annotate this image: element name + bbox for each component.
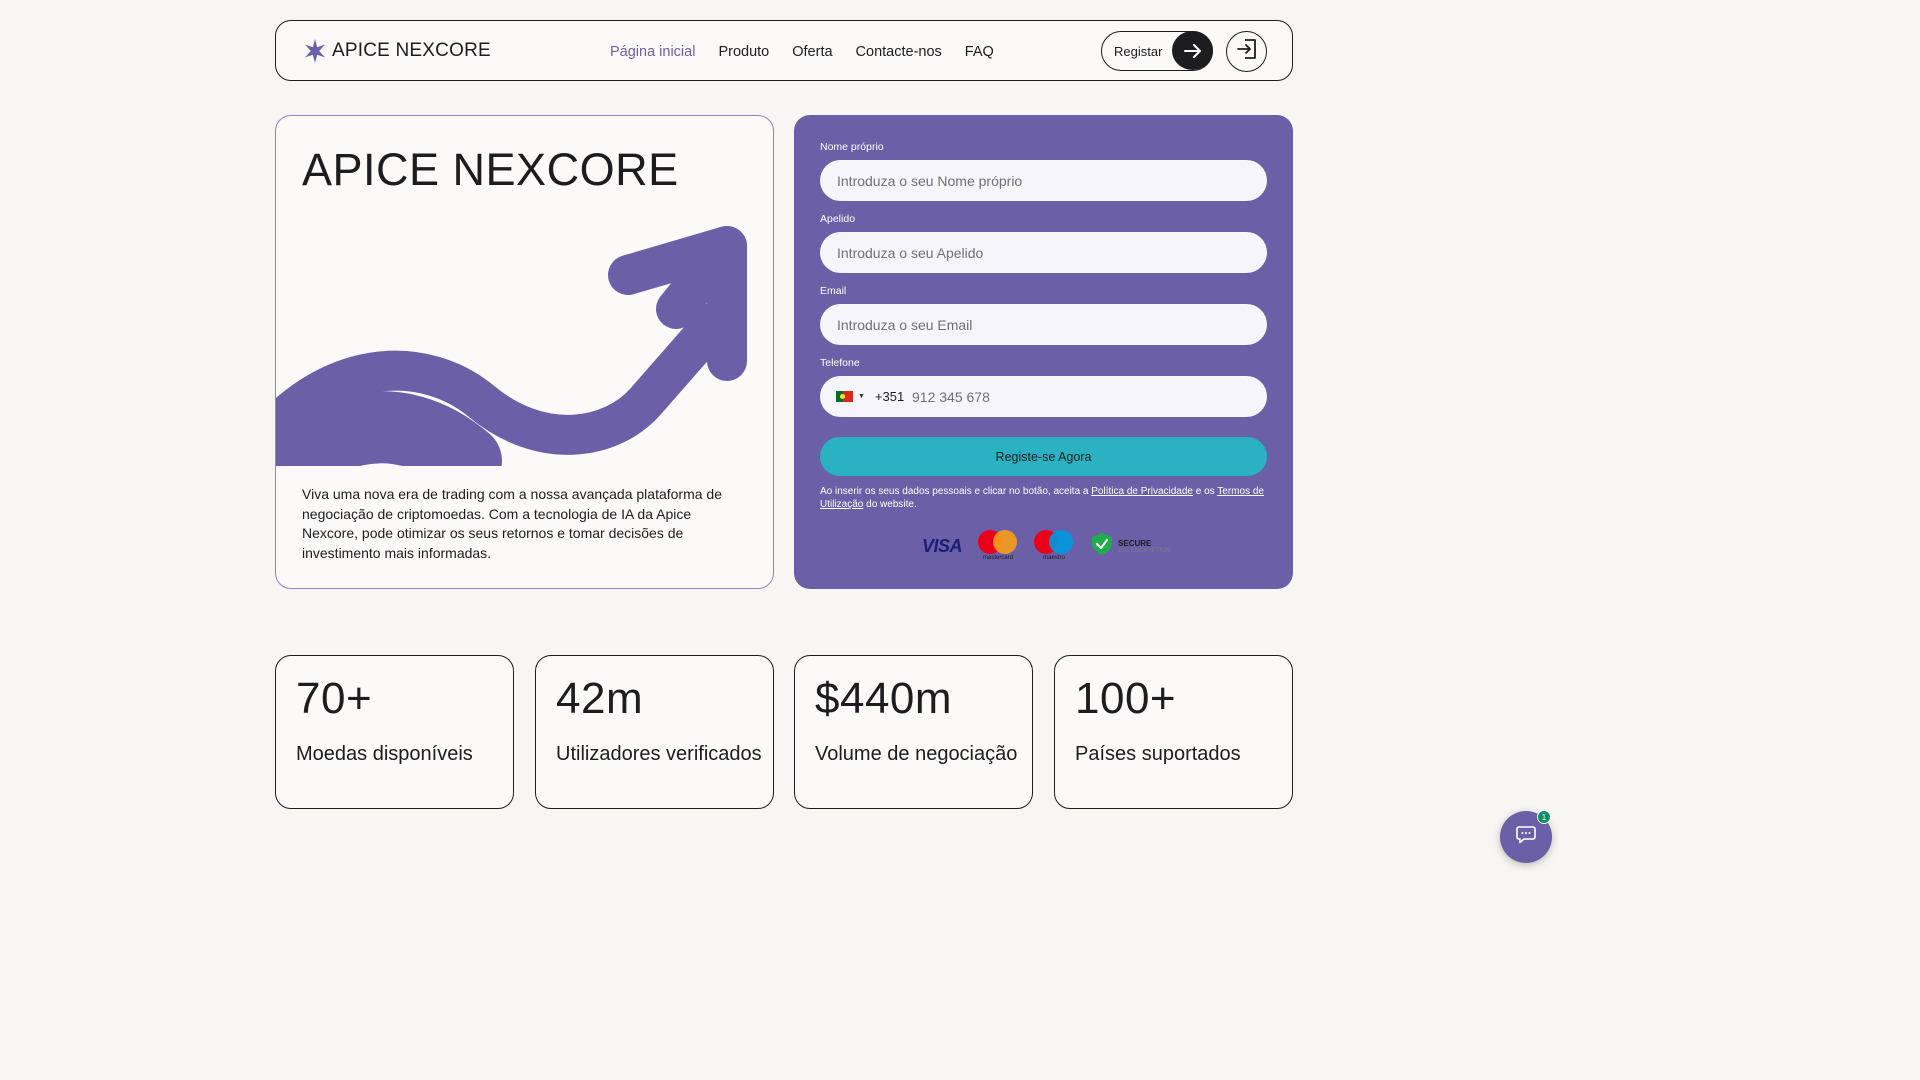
brand-name: APICE NEXCORE xyxy=(332,40,491,61)
hero-title: APICE NEXCORE xyxy=(302,144,679,195)
nav-link-home[interactable]: Página inicial xyxy=(610,44,695,60)
register-button[interactable]: Registar xyxy=(1101,31,1213,71)
navbar: APICE NEXCORE Página inicial Produto Ofe… xyxy=(275,20,1293,81)
stat-value: $440m xyxy=(815,674,953,723)
nav-link-faq[interactable]: FAQ xyxy=(965,44,994,60)
payment-logos: VISA mastercard maestro SECURE SSL ENCRY… xyxy=(922,530,1170,562)
register-button-label: Registar xyxy=(1114,43,1163,59)
phone-label: Telefone xyxy=(820,357,860,369)
caret-down-icon: ▼ xyxy=(858,393,865,400)
disclaimer-middle: e os xyxy=(1193,486,1218,497)
registration-form: Nome próprio Apelido Email Telefone ▼ +3… xyxy=(794,115,1293,589)
stat-card-countries: 100+ Países suportados xyxy=(1054,655,1293,809)
hero-card: APICE NEXCORE Viva uma nova era de tradi… xyxy=(275,115,774,589)
maestro-caption: maestro xyxy=(1043,555,1065,561)
disclaimer-prefix: Ao inserir os seus dados pessoais e clic… xyxy=(820,486,1092,497)
email-label: Email xyxy=(820,285,847,297)
shield-check-icon xyxy=(1090,532,1114,561)
login-button[interactable] xyxy=(1226,31,1267,72)
disclaimer-suffix: do website. xyxy=(863,499,917,510)
star-icon xyxy=(304,39,326,63)
mastercard-logo: mastercard xyxy=(978,530,1018,562)
last-name-label: Apelido xyxy=(820,213,856,225)
portugal-flag-icon xyxy=(836,391,853,402)
first-name-input[interactable] xyxy=(820,160,1267,201)
maestro-logo: maestro xyxy=(1034,530,1074,562)
main-nav: Página inicial Produto Oferta Contacte-n… xyxy=(610,21,994,82)
privacy-policy-link[interactable]: Política de Privacidade xyxy=(1091,486,1193,497)
hero-description: Viva uma nova era de trading com a nossa… xyxy=(302,486,722,561)
stat-label: Utilizadores verificados xyxy=(556,743,762,765)
stat-card-coins: 70+ Moedas disponíveis xyxy=(275,655,514,809)
stat-label: Moedas disponíveis xyxy=(296,743,473,765)
dial-code: +351 xyxy=(874,389,905,404)
email-input[interactable] xyxy=(820,304,1267,345)
stat-card-users: 42m Utilizadores verificados xyxy=(535,655,774,809)
visa-logo: VISA xyxy=(922,535,963,556)
secure-title: SECURE xyxy=(1118,538,1152,548)
first-name-label: Nome próprio xyxy=(820,141,884,153)
secure-subtitle: SSL ENCRYPTION xyxy=(1118,547,1171,554)
submit-button[interactable]: Registe-se Agora xyxy=(820,437,1267,476)
stat-label: Países suportados xyxy=(1075,743,1241,765)
stat-card-volume: $440m Volume de negociação xyxy=(794,655,1033,809)
consent-disclaimer: Ao inserir os seus dados pessoais e clic… xyxy=(820,485,1270,511)
last-name-input[interactable] xyxy=(820,232,1267,273)
arrow-right-icon xyxy=(1172,31,1213,70)
country-code-select[interactable]: ▼ +351 xyxy=(836,376,904,417)
nav-link-contact[interactable]: Contacte-nos xyxy=(856,44,942,60)
stat-value: 70+ xyxy=(296,674,373,723)
phone-field: ▼ +351 xyxy=(820,376,1267,417)
stat-value: 42m xyxy=(556,674,644,723)
growth-arrow-graphic xyxy=(276,226,773,526)
ssl-secure-badge: SECURE SSL ENCRYPTION xyxy=(1090,532,1170,561)
phone-input[interactable] xyxy=(910,376,1250,417)
chat-notification-badge: 1 xyxy=(1537,810,1551,824)
chat-widget-button[interactable]: 1 xyxy=(1500,810,1552,863)
brand-logo[interactable]: APICE NEXCORE xyxy=(304,39,491,63)
stat-value: 100+ xyxy=(1075,674,1177,723)
stat-label: Volume de negociação xyxy=(815,743,1018,765)
nav-link-offer[interactable]: Oferta xyxy=(792,44,832,60)
login-icon xyxy=(1236,38,1258,65)
mastercard-caption: mastercard xyxy=(983,555,1014,561)
nav-link-product[interactable]: Produto xyxy=(718,44,769,60)
chat-bubble-icon xyxy=(1516,825,1536,849)
